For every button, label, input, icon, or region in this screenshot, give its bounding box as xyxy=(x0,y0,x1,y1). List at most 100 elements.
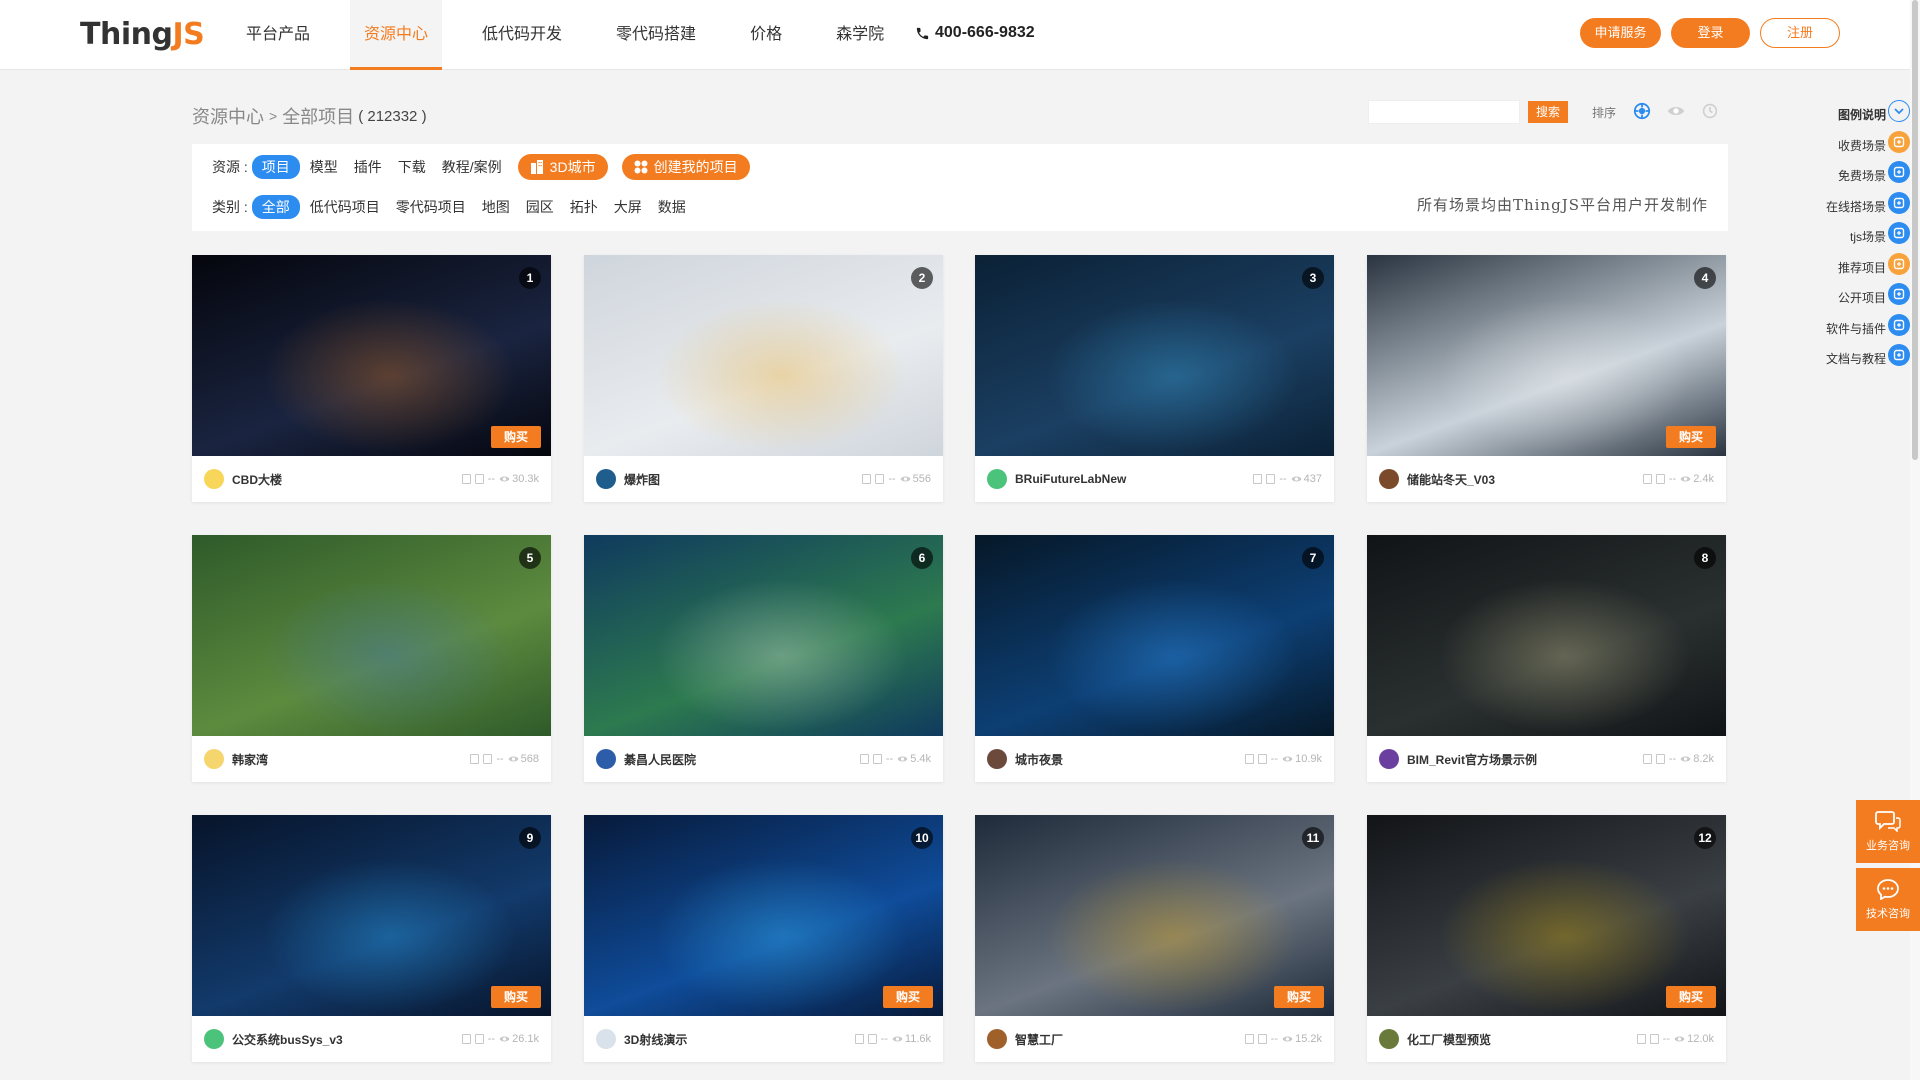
calendar-icon xyxy=(1636,1034,1646,1044)
project-title[interactable]: 储能站冬天_V03 xyxy=(1407,471,1643,488)
project-thumbnail[interactable]: 1 购买 xyxy=(192,255,551,456)
project-card[interactable]: 3 BRuiFutureLabNew -- 437 xyxy=(975,255,1334,502)
view-count: 30.3k xyxy=(512,473,539,485)
project-thumbnail[interactable]: 5 xyxy=(192,535,551,736)
chat-dots-icon xyxy=(1877,879,1899,901)
project-title[interactable]: CBD大楼 xyxy=(232,471,462,488)
project-card[interactable]: 7 城市夜景 -- 10.9k xyxy=(975,535,1334,782)
tjs-scene-icon xyxy=(1888,222,1910,244)
project-thumbnail[interactable]: 6 xyxy=(584,535,943,736)
buy-button[interactable]: 购买 xyxy=(1666,986,1716,1008)
project-thumbnail[interactable]: 10 购买 xyxy=(584,815,943,1016)
project-card[interactable]: 4 购买储能站冬天_V03 -- 2.4k xyxy=(1367,255,1726,502)
project-thumbnail[interactable]: 11 购买 xyxy=(975,815,1334,1016)
document-icon xyxy=(474,474,484,484)
project-thumbnail[interactable]: 4 购买 xyxy=(1367,255,1726,456)
3d-city-button[interactable]: 3D城市 xyxy=(517,154,608,180)
view-count: 568 xyxy=(520,753,539,765)
nav-zero-code[interactable]: 零代码搭建 xyxy=(602,0,710,70)
category-data[interactable]: 数据 xyxy=(658,197,686,217)
grid-flower-icon xyxy=(634,160,648,174)
project-title[interactable]: 綦昌人民医院 xyxy=(624,751,860,768)
nav-low-code[interactable]: 低代码开发 xyxy=(468,0,576,70)
project-thumbnail[interactable]: 3 xyxy=(975,255,1334,456)
breadcrumb: 资源中心 > 全部项目 ( 212332 ) xyxy=(192,103,427,129)
legend-header[interactable]: 图例说明 xyxy=(1800,98,1910,129)
nav-platform-products[interactable]: 平台产品 xyxy=(232,0,324,70)
view-count: 8.2k xyxy=(1693,753,1714,765)
buy-button[interactable]: 购买 xyxy=(491,986,541,1008)
project-card[interactable]: 11 购买 智慧工厂 -- 15.2k xyxy=(975,815,1334,1062)
sort-by-time-icon[interactable] xyxy=(1700,101,1720,121)
category-park[interactable]: 园区 xyxy=(526,197,554,217)
project-title[interactable]: 爆炸图 xyxy=(624,471,862,488)
scrollbar-thumb[interactable] xyxy=(1912,0,1918,460)
rank-badge: 8 xyxy=(1694,547,1716,569)
author-avatar xyxy=(596,1029,616,1049)
apply-service-button[interactable]: 申请服务 xyxy=(1580,18,1661,48)
rank-badge: 1 xyxy=(519,267,541,289)
register-button[interactable]: 注册 xyxy=(1760,18,1840,48)
login-button[interactable]: 登录 xyxy=(1671,18,1750,48)
eye-icon xyxy=(1674,1036,1685,1042)
category-dashboard[interactable]: 大屏 xyxy=(614,197,642,217)
project-card[interactable]: 10 购买 3D射线演示 -- 11.6k xyxy=(584,815,943,1062)
project-thumbnail[interactable]: 2 xyxy=(584,255,943,456)
project-thumbnail[interactable]: 9 购买 xyxy=(192,815,551,1016)
legend-collapse-icon[interactable] xyxy=(1888,100,1910,122)
create-project-button[interactable]: 创建我的项目 xyxy=(621,154,750,180)
project-meta: -- 8.2k xyxy=(1642,753,1714,765)
project-card[interactable]: 5 韩家湾 -- 568 xyxy=(192,535,551,782)
project-thumbnail[interactable]: 7 xyxy=(975,535,1334,736)
resource-tutorial[interactable]: 教程/案例 xyxy=(442,157,502,177)
buy-button[interactable]: 购买 xyxy=(883,986,933,1008)
nav-academy[interactable]: 森学院 xyxy=(822,0,898,70)
project-title[interactable]: BRuiFutureLabNew xyxy=(1015,472,1253,486)
buy-button[interactable]: 购买 xyxy=(491,426,541,448)
business-consult-button[interactable]: 业务咨询 xyxy=(1856,800,1920,863)
category-map[interactable]: 地图 xyxy=(482,197,510,217)
project-card[interactable]: 12 购买化工厂模型预览 -- 12.0k xyxy=(1367,815,1726,1062)
search-button[interactable]: 搜索 xyxy=(1528,101,1568,123)
project-title[interactable]: 化工厂模型预览 xyxy=(1407,1031,1637,1048)
project-meta: -- 2.4k xyxy=(1642,473,1714,485)
tech-consult-button[interactable]: 技术咨询 xyxy=(1856,868,1920,931)
resource-download[interactable]: 下载 xyxy=(398,157,426,177)
project-card[interactable]: 2 爆炸图 -- 556 xyxy=(584,255,943,502)
scene-preview-image xyxy=(1367,535,1726,736)
category-all[interactable]: 全部 xyxy=(251,195,300,219)
sort-by-views-icon[interactable] xyxy=(1666,101,1686,121)
project-title[interactable]: BIM_Revit官方场景示例 xyxy=(1407,751,1643,768)
project-title[interactable]: 3D射线演示 xyxy=(624,1031,855,1048)
project-card[interactable]: 1 购买 CBD大楼 -- 30.3k xyxy=(192,255,551,502)
view-count: 12.0k xyxy=(1687,1033,1714,1045)
sort-by-recommend-icon[interactable] xyxy=(1632,101,1652,121)
project-meta: -- 12.0k xyxy=(1636,1033,1714,1045)
resource-plugin[interactable]: 插件 xyxy=(354,157,382,177)
breadcrumb-root[interactable]: 资源中心 xyxy=(192,103,264,129)
project-title[interactable]: 智慧工厂 xyxy=(1015,1031,1245,1048)
project-thumbnail[interactable]: 8 xyxy=(1367,535,1726,736)
category-zero-code[interactable]: 零代码项目 xyxy=(396,197,466,217)
view-count: 10.9k xyxy=(1295,753,1322,765)
nav-resource-center[interactable]: 资源中心 xyxy=(350,0,443,70)
project-thumbnail[interactable]: 12 购买 xyxy=(1367,815,1726,1016)
project-title[interactable]: 公交系统busSys_v3 xyxy=(232,1031,462,1048)
buy-button[interactable]: 购买 xyxy=(1274,986,1324,1008)
project-title[interactable]: 城市夜景 xyxy=(1015,751,1245,768)
buy-button[interactable]: 购买 xyxy=(1666,426,1716,448)
meta-dash: -- xyxy=(1662,1033,1671,1045)
nav-pricing[interactable]: 价格 xyxy=(736,0,796,70)
project-card[interactable]: 8 BIM_Revit官方场景示例 -- 8.2k xyxy=(1367,535,1726,782)
search-input[interactable] xyxy=(1368,100,1520,124)
thingjs-logo[interactable]: ThingJS xyxy=(80,17,205,52)
resource-project[interactable]: 项目 xyxy=(251,155,300,179)
building-icon xyxy=(530,160,543,174)
project-title[interactable]: 韩家湾 xyxy=(232,751,470,768)
resource-model[interactable]: 模型 xyxy=(310,157,338,177)
category-low-code[interactable]: 低代码项目 xyxy=(310,197,380,217)
category-topology[interactable]: 拓扑 xyxy=(570,197,598,217)
meta-dash: -- xyxy=(888,473,896,485)
project-card[interactable]: 9 购买 公交系统busSys_v3 -- 26.1k xyxy=(192,815,551,1062)
project-card[interactable]: 6 綦昌人民医院 -- 5.4k xyxy=(584,535,943,782)
